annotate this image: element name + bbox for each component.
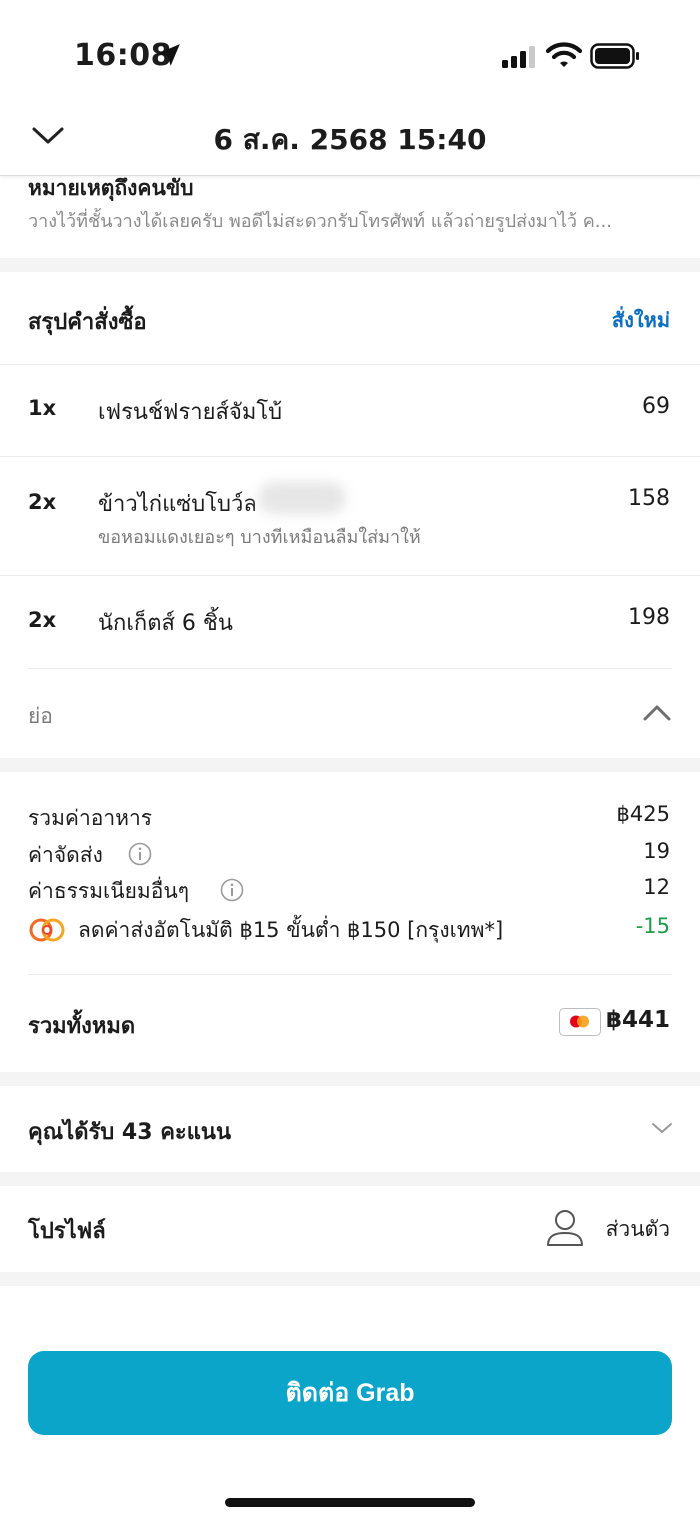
- promo-discount-value: -15: [635, 914, 670, 938]
- section-gap: [0, 1172, 700, 1186]
- home-indicator[interactable]: [225, 1498, 475, 1507]
- item-price: 198: [628, 605, 670, 630]
- info-icon[interactable]: [220, 878, 244, 906]
- section-gap: [0, 1072, 700, 1086]
- food-total-label: รวมค่าอาหาร: [28, 806, 153, 830]
- chevron-up-icon[interactable]: [642, 700, 672, 730]
- info-icon[interactable]: [128, 842, 152, 870]
- item-quantity: 2x: [28, 490, 57, 514]
- location-arrow-icon: [156, 42, 182, 72]
- divider: [28, 974, 672, 975]
- section-gap: [0, 1272, 700, 1286]
- divider: [0, 364, 700, 365]
- food-total-value: ฿425: [616, 802, 670, 826]
- grand-total-label: รวมทั้งหมด: [28, 1014, 136, 1039]
- other-fees-value: 12: [643, 875, 670, 899]
- redacted-blur: [258, 482, 346, 514]
- profile-type-value: ส่วนตัว: [605, 1217, 670, 1241]
- divider: [0, 456, 700, 457]
- profile-label: โปรไฟล์: [28, 1219, 106, 1244]
- user-icon: [546, 1208, 584, 1252]
- wifi-icon: [545, 42, 583, 74]
- delivery-fee-label: ค่าจัดส่ง: [28, 843, 103, 867]
- battery-icon: [590, 43, 640, 73]
- contact-grab-button[interactable]: ติดต่อ Grab: [28, 1351, 672, 1435]
- item-name: นักเก็ตส์ 6 ชิ้น: [98, 611, 233, 636]
- next-section-cutoff: [0, 1286, 700, 1326]
- item-quantity: 2x: [28, 608, 57, 632]
- collapse-items-toggle[interactable]: ย่อ: [28, 700, 53, 733]
- top-header: 6 ส.ค. 2568 15:40: [0, 98, 700, 176]
- item-name: ข้าวไก่แซ่บโบว์ล: [98, 492, 257, 517]
- delivery-fee-value: 19: [643, 839, 670, 863]
- item-price: 158: [628, 486, 670, 511]
- section-gap: [0, 258, 700, 272]
- reorder-link[interactable]: สั่งใหม่: [612, 304, 670, 336]
- driver-note-text: วางไว้ที่ชั้นวางได้เลยครับ พอดีไม่สะดวกร…: [28, 211, 612, 232]
- item-note: ขอหอมแดงเยอะๆ บางทีเหมือนลืมใส่มาให้: [98, 527, 421, 548]
- order-summary-title: สรุปคำสั่งซื้อ: [28, 310, 147, 335]
- item-price: 69: [642, 394, 670, 419]
- points-earned-label: คุณได้รับ 43 คะแนน: [28, 1120, 231, 1145]
- cellular-signal-icon: [502, 46, 538, 72]
- mastercard-icon: [559, 1008, 601, 1036]
- other-fees-label: ค่าธรรมเนียมอื่นๆ: [28, 879, 189, 903]
- item-quantity: 1x: [28, 396, 57, 420]
- divider: [0, 575, 700, 576]
- promo-discount-label: ลดค่าส่งอัตโนมัติ ฿15 ขั้นต่ำ ฿150 [กรุง…: [78, 918, 504, 942]
- driver-note-title: หมายเหตุถึงคนขับ: [28, 176, 194, 200]
- page-title: 6 ส.ค. 2568 15:40: [213, 123, 487, 156]
- chevron-down-icon[interactable]: [650, 1118, 674, 1142]
- item-name: เฟรนช์ฟรายส์จัมโบ้: [98, 400, 283, 425]
- promo-logo-icon: [28, 917, 66, 947]
- section-gap: [0, 758, 700, 772]
- status-bar: 16:08: [0, 0, 700, 110]
- divider: [28, 668, 672, 669]
- grand-total-value: ฿441: [605, 1007, 670, 1033]
